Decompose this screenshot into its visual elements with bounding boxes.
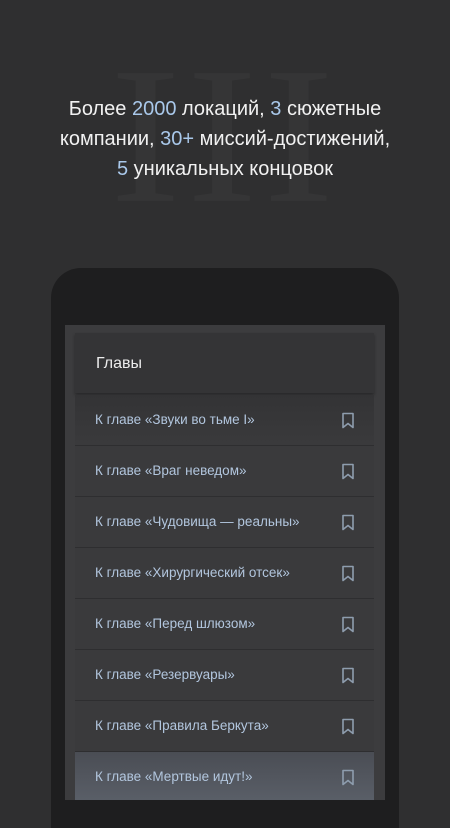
chapter-label: К главе «Звуки во тьме I» <box>95 412 255 427</box>
chapter-item[interactable]: К главе «Правила Беркута» <box>75 701 374 752</box>
phone-screen: Главы К главе «Звуки во тьме I» К главе … <box>65 325 385 800</box>
highlight-number: 3 <box>270 98 282 120</box>
chapter-item[interactable]: К главе «Резервуары» <box>75 650 374 701</box>
chapter-item[interactable]: К главе «Чудовища — реальны» <box>75 497 374 548</box>
bookmark-icon[interactable] <box>341 769 355 786</box>
bookmark-icon[interactable] <box>341 565 355 582</box>
promo-headline: Более 2000 локаций, 3 сюжетные компании,… <box>0 94 450 184</box>
bookmark-icon[interactable] <box>341 667 355 684</box>
bookmark-icon[interactable] <box>341 514 355 531</box>
chapter-label: К главе «Мертвые идут!» <box>95 769 253 784</box>
headline-line-2: компании, 30+ миссий-достижений, <box>59 128 391 150</box>
highlight-number: 30+ <box>160 128 195 150</box>
highlight-number: 2000 <box>131 98 177 120</box>
chapter-item[interactable]: К главе «Мертвые идут!» <box>75 752 374 800</box>
headline-line-1: Более 2000 локаций, 3 сюжетные <box>68 98 382 120</box>
chapter-list: К главе «Звуки во тьме I» К главе «Враг … <box>75 395 374 800</box>
bookmark-icon[interactable] <box>341 616 355 633</box>
chapter-item[interactable]: К главе «Хирургический отсек» <box>75 548 374 599</box>
chapter-label: К главе «Чудовища — реальны» <box>95 514 300 529</box>
chapter-item[interactable]: К главе «Перед шлюзом» <box>75 599 374 650</box>
chapter-label: К главе «Перед шлюзом» <box>95 616 256 631</box>
chapter-label: К главе «Правила Беркута» <box>95 718 269 733</box>
bookmark-icon[interactable] <box>341 412 355 429</box>
page-title: Главы <box>96 355 142 372</box>
chapter-item[interactable]: К главе «Звуки во тьме I» <box>75 395 374 446</box>
bookmark-icon[interactable] <box>341 463 355 480</box>
highlight-number: 5 <box>116 158 129 180</box>
app-bar: Главы <box>75 333 374 393</box>
chapter-label: К главе «Хирургический отсек» <box>95 565 290 580</box>
chapter-label: К главе «Враг неведом» <box>95 463 247 478</box>
headline-line-3: 5 уникальных концовок <box>116 158 334 180</box>
chapter-item[interactable]: К главе «Враг неведом» <box>75 446 374 497</box>
bookmark-icon[interactable] <box>341 718 355 735</box>
chapter-label: К главе «Резервуары» <box>95 667 235 682</box>
